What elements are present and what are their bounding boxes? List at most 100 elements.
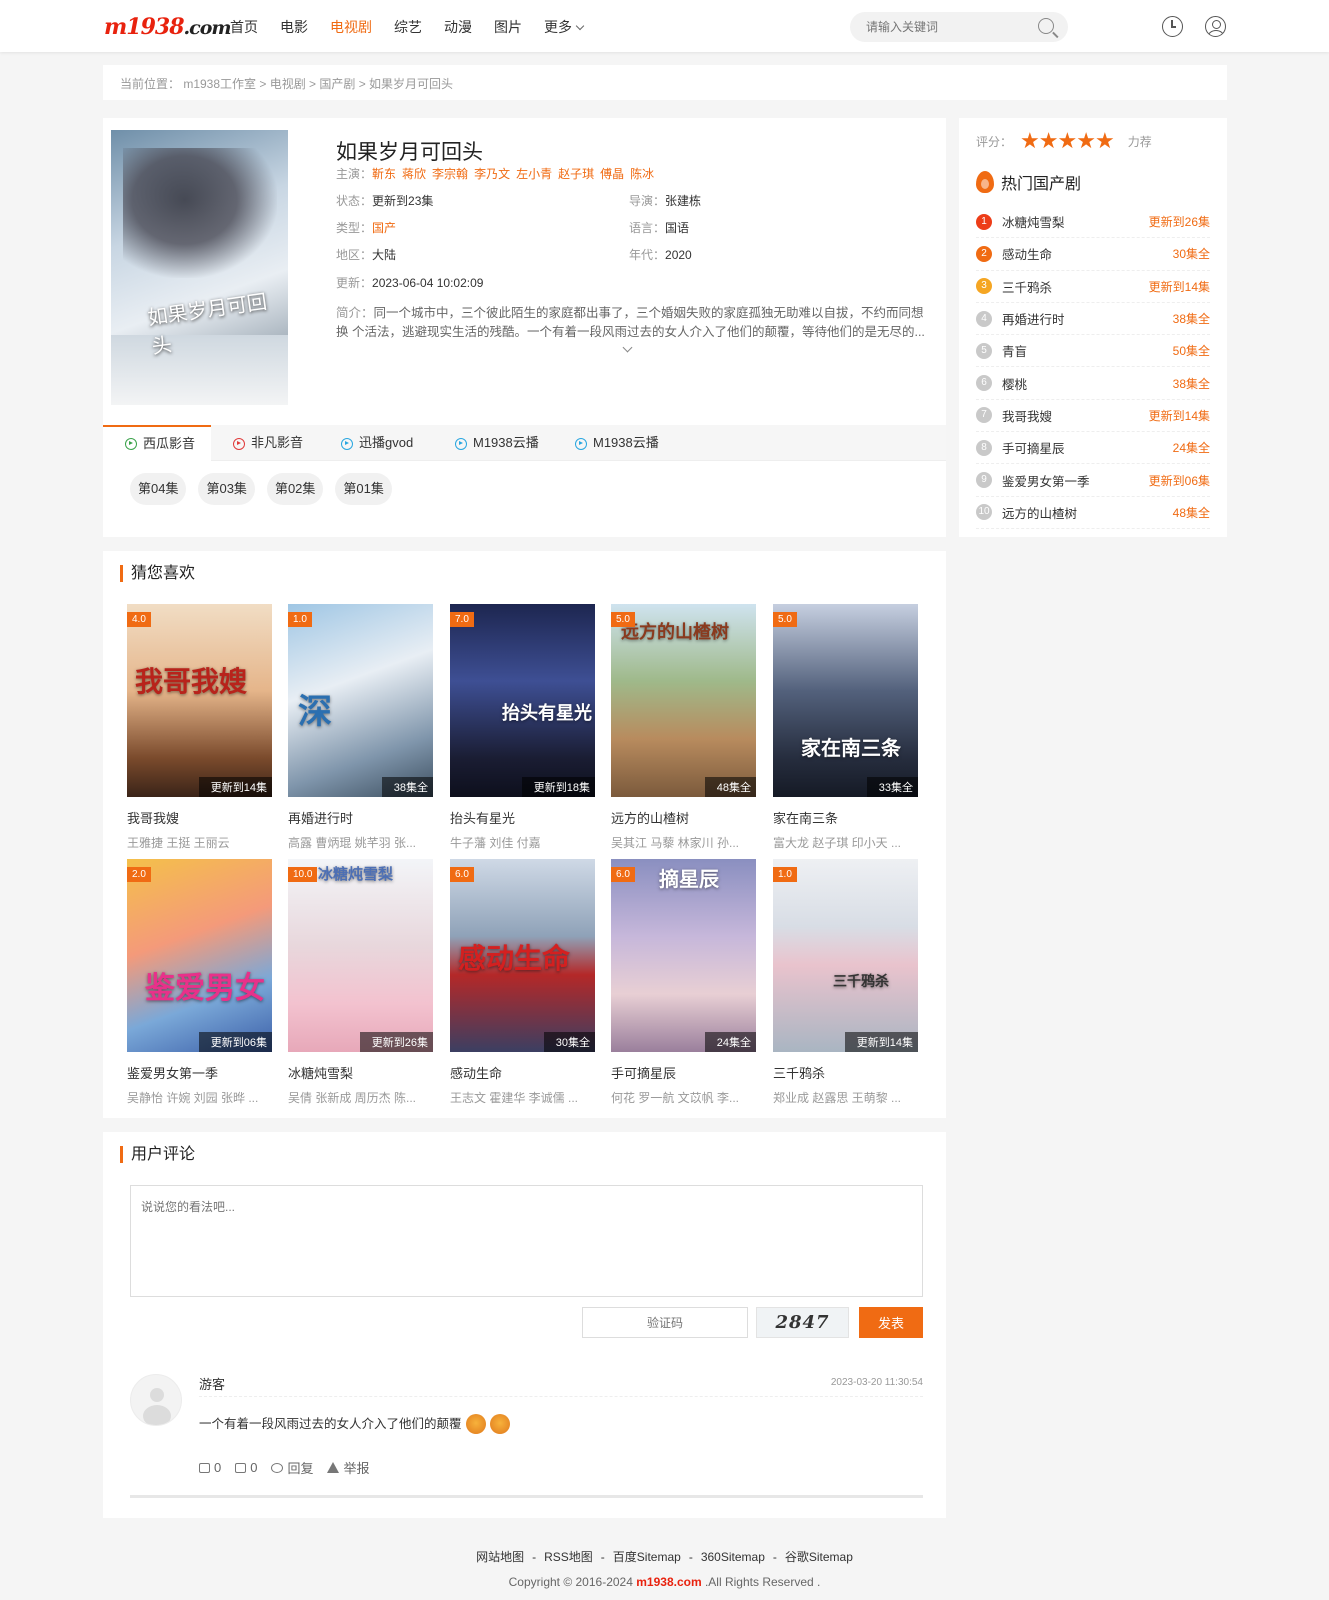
video-title[interactable]: 感动生命 [450,1063,595,1082]
video-card[interactable]: 冰糖炖雪梨 10.0 更新到26集 冰糖炖雪梨 吴倩 张新成 周历杰 陈... [288,859,433,1106]
hot-item[interactable]: 5 青盲 50集全 [976,335,1210,368]
video-thumb[interactable]: 我哥我嫂 4.0 更新到14集 [127,604,272,797]
cast-link[interactable]: 赵子琪 [558,167,594,181]
search-icon[interactable] [1038,18,1054,34]
hot-item[interactable]: 3 三千鸦杀 更新到14集 [976,271,1210,303]
hot-item[interactable]: 10 远方的山楂树 48集全 [976,497,1210,529]
copy-brand[interactable]: m1938.com [636,1575,701,1589]
nav-item[interactable]: 电影 [280,17,308,37]
footer-link[interactable]: RSS地图 [544,1550,593,1564]
episode-button[interactable]: 第02集 [266,473,324,505]
video-thumb[interactable]: 感动生命 6.0 30集全 [450,859,595,1052]
play-circle-icon [233,438,245,450]
captcha-input[interactable] [582,1307,748,1338]
video-title[interactable]: 再婚进行时 [288,808,433,827]
video-thumb[interactable]: 冰糖炖雪梨 10.0 更新到26集 [288,859,433,1052]
episode-button[interactable]: 第04集 [130,473,187,505]
hot-item[interactable]: 2 感动生命 30集全 [976,238,1210,271]
user-icon[interactable] [1205,16,1226,37]
hot-name[interactable]: 冰糖炖雪梨 [1002,212,1065,231]
video-title[interactable]: 三千鸦杀 [773,1063,918,1082]
comment-textarea[interactable] [130,1185,923,1297]
video-thumb[interactable]: 抬头有星光 7.0 更新到18集 [450,604,595,797]
reply-button[interactable]: 回复 [271,1458,313,1477]
cast-link[interactable]: 李宗翰 [432,167,468,181]
hot-name[interactable]: 手可摘星辰 [1002,438,1065,457]
video-card[interactable]: 我哥我嫂 4.0 更新到14集 我哥我嫂 王雅捷 王挺 王丽云 [127,604,272,851]
hot-name[interactable]: 三千鸦杀 [1002,277,1052,296]
hot-item[interactable]: 7 我哥我嫂 更新到14集 [976,400,1210,433]
video-thumb[interactable]: 鉴爱男女 2.0 更新到06集 [127,859,272,1052]
tab-source[interactable]: 迅播gvod [319,425,433,461]
cast-link[interactable]: 蒋欣 [402,167,426,181]
hot-name[interactable]: 再婚进行时 [1002,309,1065,328]
nav-item[interactable]: 综艺 [394,17,422,37]
video-title[interactable]: 家在南三条 [773,808,918,827]
footer-link[interactable]: 百度Sitemap [613,1550,681,1564]
episode-button[interactable]: 第01集 [335,473,392,505]
footer-link[interactable]: 360Sitemap [701,1550,765,1564]
hot-name[interactable]: 青盲 [1002,341,1027,360]
clock-icon[interactable] [1162,16,1183,37]
episode-button[interactable]: 第03集 [198,473,255,505]
cast-link[interactable]: 左小青 [516,167,552,181]
type-value[interactable]: 国产 [372,221,396,235]
report-button[interactable]: 举报 [327,1458,370,1477]
hot-name[interactable]: 感动生命 [1002,244,1052,263]
video-card[interactable]: 家在南三条 5.0 33集全 家在南三条 富大龙 赵子琪 印小天 ... [773,604,918,851]
cast-link[interactable]: 靳东 [372,167,396,181]
hot-item[interactable]: 8 手可摘星辰 24集全 [976,432,1210,465]
video-card[interactable]: 鉴爱男女 2.0 更新到06集 鉴爱男女第一季 吴静怡 许婉 刘园 张晔 ... [127,859,272,1106]
video-thumb[interactable]: 远方的山楂树 5.0 48集全 [611,604,756,797]
nav-item[interactable]: 电视剧 [330,17,372,37]
rating-stars[interactable]: ★★★★★ [1020,128,1115,154]
nav-item[interactable]: 图片 [494,17,522,37]
hot-name[interactable]: 远方的山楂树 [1002,503,1077,522]
cast-link[interactable]: 陈冰 [630,167,654,181]
hot-name[interactable]: 我哥我嫂 [1002,406,1052,425]
hot-item[interactable]: 4 再婚进行时 38集全 [976,303,1210,336]
hot-name[interactable]: 樱桃 [1002,374,1027,393]
tab-label: 西瓜影音 [143,436,196,451]
hot-item[interactable]: 6 樱桃 38集全 [976,367,1210,400]
video-card[interactable]: 深 1.0 38集全 再婚进行时 高露 曹炳琨 姚芊羽 张... [288,604,433,851]
hot-item[interactable]: 9 鉴爱男女第一季 更新到06集 [976,464,1210,497]
video-thumb[interactable]: 三千鸦杀 1.0 更新到14集 [773,859,918,1052]
cast-link[interactable]: 傅晶 [600,167,624,181]
like-button[interactable]: 0 [199,1458,221,1477]
video-card[interactable]: 感动生命 6.0 30集全 感动生命 王志文 霍建华 李诚儒 ... [450,859,595,1106]
video-card[interactable]: 三千鸦杀 1.0 更新到14集 三千鸦杀 郑业成 赵露思 王萌黎 ... [773,859,918,1106]
video-title[interactable]: 我哥我嫂 [127,808,272,827]
expand-chevron-icon[interactable] [622,342,633,353]
nav-item[interactable]: 动漫 [444,17,472,37]
video-title[interactable]: 鉴爱男女第一季 [127,1063,272,1082]
video-card[interactable]: 抬头有星光 7.0 更新到18集 抬头有星光 牛子藩 刘佳 付嘉 [450,604,595,851]
video-card[interactable]: 远方的山楂树 5.0 48集全 远方的山楂树 吴其江 马藜 林家川 孙... [611,604,756,851]
tab-source[interactable]: M1938云播 [433,425,553,461]
search-input[interactable] [850,12,1020,42]
tab-source[interactable]: 非凡影音 [211,425,319,461]
video-thumb[interactable]: 摘星辰 6.0 24集全 [611,859,756,1052]
video-thumb[interactable]: 深 1.0 38集全 [288,604,433,797]
score-badge: 4.0 [127,612,151,627]
dislike-button[interactable]: 0 [235,1458,257,1477]
video-card[interactable]: 摘星辰 6.0 24集全 手可摘星辰 何花 罗一航 文苡帆 李... [611,859,756,1106]
video-thumb[interactable]: 家在南三条 5.0 33集全 [773,604,918,797]
submit-comment-button[interactable]: 发表 [859,1307,923,1338]
video-title[interactable]: 冰糖炖雪梨 [288,1063,433,1082]
footer-link[interactable]: 网站地图 [476,1550,524,1564]
hot-name[interactable]: 鉴爱男女第一季 [1002,471,1090,490]
nav-item[interactable]: 首页 [230,17,258,37]
nav-item[interactable]: 更多 [544,17,585,37]
footer-link[interactable]: 谷歌Sitemap [785,1550,853,1564]
site-logo[interactable]: m1938.com [104,14,231,40]
video-title[interactable]: 远方的山楂树 [611,808,756,827]
captcha-image[interactable]: 2847 [756,1307,849,1338]
tab-source[interactable]: M1938云播 [553,425,673,461]
cast-link[interactable]: 李乃文 [474,167,510,181]
score-badge: 7.0 [450,612,474,627]
video-title[interactable]: 手可摘星辰 [611,1063,756,1082]
hot-item[interactable]: 1 冰糖炖雪梨 更新到26集 [976,206,1210,239]
tab-source[interactable]: 西瓜影音 [103,425,211,461]
video-title[interactable]: 抬头有星光 [450,808,595,827]
